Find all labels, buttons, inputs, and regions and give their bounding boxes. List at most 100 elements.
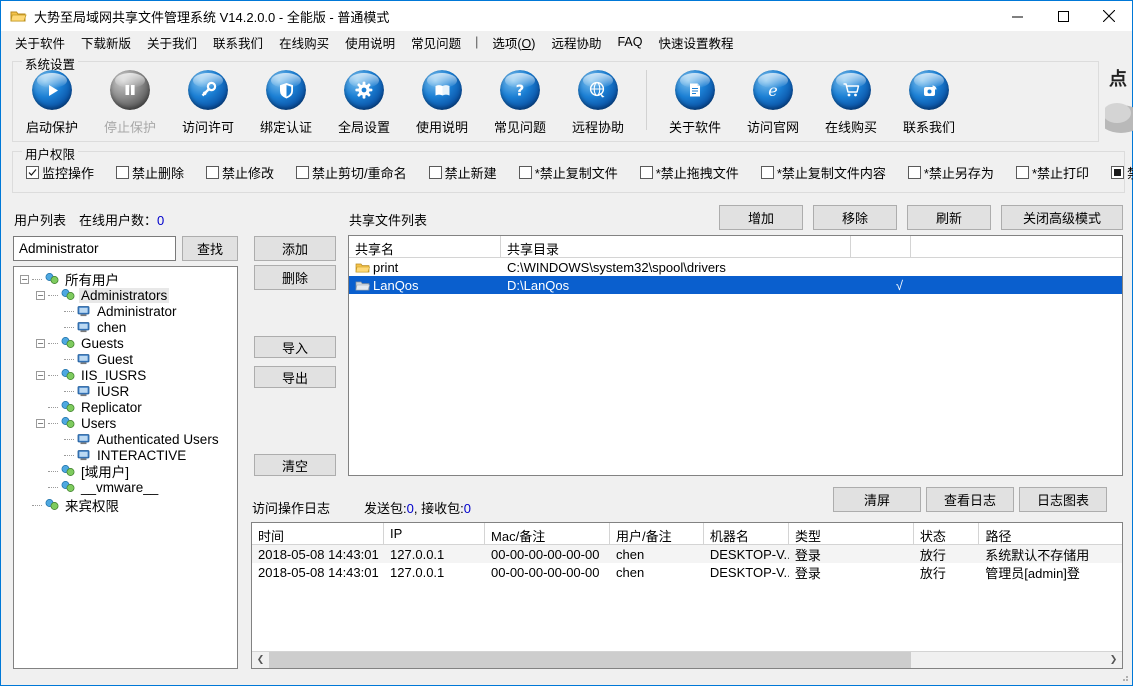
log-chart-button[interactable]: 日志图表 xyxy=(1019,487,1107,512)
minimize-button[interactable] xyxy=(994,1,1040,31)
log-column-type[interactable]: 类型 xyxy=(789,523,914,544)
toolbar-bind-auth[interactable]: 绑定认证 xyxy=(247,70,325,136)
expander-icon[interactable]: − xyxy=(20,274,29,284)
maximize-button[interactable] xyxy=(1040,1,1086,31)
checkbox-label: 禁止删除 xyxy=(132,165,185,181)
expander-icon[interactable]: − xyxy=(36,290,45,300)
menu-download-new[interactable]: 下载新版 xyxy=(73,31,139,54)
share-row-print[interactable]: print C:\WINDOWS\system32\spool\drivers xyxy=(349,258,1122,276)
checkbox-forbid-delete[interactable]: 禁止删除 xyxy=(116,163,184,182)
menu-quick-setup[interactable]: 快速设置教程 xyxy=(650,31,741,54)
expander-icon[interactable]: − xyxy=(36,418,45,428)
checkbox-forbid-print[interactable]: *禁止打印 xyxy=(1015,163,1089,182)
toolbar-start-protect[interactable]: 启动保护 xyxy=(13,70,91,136)
log-column-time[interactable]: 时间 xyxy=(252,523,385,544)
toolbar-visit-website[interactable]: e 访问官网 xyxy=(734,70,812,136)
resize-grip[interactable] xyxy=(1118,671,1130,683)
pause-icon xyxy=(110,70,150,110)
toolbar-stop-protect: 停止保护 xyxy=(91,70,169,136)
scroll-left-arrow[interactable]: ❮ xyxy=(252,652,269,669)
export-button[interactable]: 导出 xyxy=(254,366,336,388)
tree-node-administrator[interactable]: Administrator xyxy=(20,303,237,319)
menu-contact-us[interactable]: 联系我们 xyxy=(205,31,271,54)
tree-node-domain-users[interactable]: [域用户] xyxy=(20,463,237,480)
checkbox-forbid-copy-file[interactable]: *禁止复制文件 xyxy=(518,163,618,182)
share-column-dir[interactable]: 共享目录 xyxy=(501,236,851,257)
log-horizontal-scrollbar[interactable]: ❮ ❯ xyxy=(252,651,1122,668)
expander-icon[interactable]: − xyxy=(36,370,45,380)
toolbar-global-settings[interactable]: 全局设置 xyxy=(325,70,403,136)
user-tree-panel[interactable]: − 所有用户 − Administrators Administrator ch… xyxy=(13,266,238,669)
log-panel[interactable]: 时间 IP Mac/备注 用户/备注 机器名 类型 状态 路径 2018-05-… xyxy=(251,522,1123,669)
log-column-user[interactable]: 用户/备注 xyxy=(610,523,704,544)
checkbox-label: 监控操作 xyxy=(42,165,95,181)
find-button[interactable]: 查找 xyxy=(182,236,238,261)
toolbar-access-permit[interactable]: 访问许可 xyxy=(169,70,247,136)
share-row-lanqos[interactable]: LanQos D:\LanQos √ xyxy=(349,276,1122,294)
checkbox-forbid-drag-file[interactable]: *禁止拖拽文件 xyxy=(639,163,739,182)
share-column-name[interactable]: 共享名 xyxy=(349,236,501,257)
menu-about-us[interactable]: 关于我们 xyxy=(139,31,205,54)
tree-node-authenticated-users[interactable]: Authenticated Users xyxy=(20,431,237,447)
globe-icon xyxy=(578,70,618,110)
delete-user-button[interactable]: 删除 xyxy=(254,265,336,290)
toolbar-contact-us[interactable]: 联系我们 xyxy=(890,70,968,136)
toolbar-about-software[interactable]: 关于软件 xyxy=(656,70,734,136)
tree-node-vmware[interactable]: __vmware__ xyxy=(20,479,237,495)
tree-node-guests[interactable]: − Guests xyxy=(20,335,237,351)
checkbox-forbid-cut-rename[interactable]: 禁止剪切/重命名 xyxy=(296,163,407,182)
checkbox-forbid-read[interactable]: 禁止读取 xyxy=(1111,163,1133,182)
tree-node-replicator[interactable]: Replicator xyxy=(20,399,237,415)
menu-online-buy[interactable]: 在线购买 xyxy=(271,31,337,54)
checkbox-box xyxy=(518,165,532,179)
log-column-machine[interactable]: 机器名 xyxy=(704,523,789,544)
log-row-1[interactable]: 2018-05-08 14:43:01 127.0.0.1 00-00-00-0… xyxy=(252,545,1122,563)
search-input[interactable]: Administrator xyxy=(13,236,176,261)
share-column-check[interactable] xyxy=(851,236,911,257)
tree-node-administrators[interactable]: − Administrators xyxy=(20,287,237,303)
log-column-status[interactable]: 状态 xyxy=(914,523,980,544)
toolbar-online-buy[interactable]: 在线购买 xyxy=(812,70,890,136)
scrollbar-thumb[interactable] xyxy=(269,651,911,668)
log-row-2[interactable]: 2018-05-08 14:43:01 127.0.0.1 00-00-00-0… xyxy=(252,563,1122,581)
tree-node-users[interactable]: − Users xyxy=(20,415,237,431)
menu-about-software[interactable]: 关于软件 xyxy=(7,31,73,54)
toolbar-remote-assist[interactable]: 远程协助 xyxy=(559,70,637,136)
import-button[interactable]: 导入 xyxy=(254,336,336,358)
clear-screen-button[interactable]: 清屏 xyxy=(833,487,921,512)
log-column-mac[interactable]: Mac/备注 xyxy=(485,523,610,544)
share-add-button[interactable]: 增加 xyxy=(719,205,803,230)
close-advanced-mode-button[interactable]: 关闭高级模式 xyxy=(1001,205,1123,230)
scrollbar-track[interactable] xyxy=(269,651,1105,668)
menu-faq-en[interactable]: FAQ xyxy=(609,33,650,51)
toolbar-faq[interactable]: ? 常见问题 xyxy=(481,70,559,136)
add-user-button[interactable]: 添加 xyxy=(254,236,336,261)
close-button[interactable] xyxy=(1086,1,1132,31)
menu-options[interactable]: 选项(O) xyxy=(484,31,543,54)
checkbox-monitor-operation[interactable]: 监控操作 xyxy=(26,163,94,182)
checkbox-forbid-new[interactable]: 禁止新建 xyxy=(428,163,497,182)
expander-icon[interactable]: − xyxy=(36,338,45,348)
menu-faq[interactable]: 常见问题 xyxy=(403,31,469,54)
share-remove-button[interactable]: 移除 xyxy=(813,205,897,230)
checkbox-forbid-save-as[interactable]: *禁止另存为 xyxy=(907,163,994,182)
menu-instructions[interactable]: 使用说明 xyxy=(337,31,403,54)
tree-node-iusr[interactable]: IUSR xyxy=(20,383,237,399)
tree-node-guest-permission[interactable]: 来宾权限 xyxy=(20,497,237,514)
log-column-path[interactable]: 路径 xyxy=(979,523,1122,544)
share-refresh-button[interactable]: 刷新 xyxy=(907,205,991,230)
tree-node-all-users[interactable]: − 所有用户 xyxy=(20,271,237,288)
toolbar-instructions[interactable]: 使用说明 xyxy=(403,70,481,136)
share-list-panel[interactable]: 共享名 共享目录 print C:\WINDOWS\system32\spool… xyxy=(348,235,1123,476)
scroll-right-arrow[interactable]: ❯ xyxy=(1105,652,1122,669)
tree-node-iis-iusrs[interactable]: − IIS_IUSRS xyxy=(20,367,237,383)
tree-node-chen[interactable]: chen xyxy=(20,319,237,335)
checkbox-forbid-modify[interactable]: 禁止修改 xyxy=(206,163,274,182)
menu-remote-assist[interactable]: 远程协助 xyxy=(543,31,609,54)
clear-button[interactable]: 清空 xyxy=(254,454,336,476)
checkbox-forbid-copy-content[interactable]: *禁止复制文件内容 xyxy=(760,163,886,182)
view-log-button[interactable]: 查看日志 xyxy=(926,487,1014,512)
log-column-ip[interactable]: IP xyxy=(384,523,486,544)
share-column-extra[interactable] xyxy=(911,236,1122,257)
tree-node-guest[interactable]: Guest xyxy=(20,351,237,367)
